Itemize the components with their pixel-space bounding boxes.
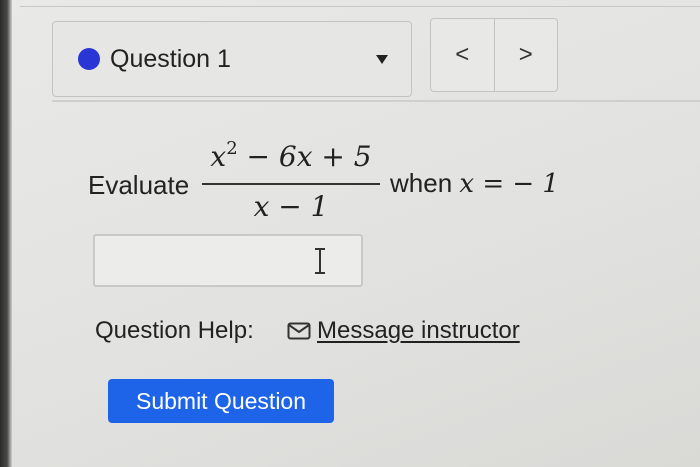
numerator-base: x [210,140,227,173]
question-selector[interactable]: Question 1 [52,21,412,97]
question-nav: < > [430,18,558,92]
chevron-right-icon: > [518,41,533,68]
condition-equation: x = − 1 [459,169,559,199]
answer-input[interactable] [93,234,363,287]
fraction-expression: x2 − 6x + 5 x − 1 [202,138,380,224]
question-help-label: Question Help: [95,317,254,344]
when-label: when [390,168,460,198]
condition-text: when x = − 1 [390,168,559,199]
message-instructor-link[interactable]: Message instructor [287,317,520,345]
fraction-bar [202,183,380,185]
numerator-exponent: 2 [226,138,238,159]
text-cursor-icon [315,248,325,274]
chevron-left-icon: < [455,41,470,68]
status-dot-icon [78,48,100,70]
numerator-rest: − 6x + 5 [237,140,372,173]
question-selector-label: Question 1 [110,44,231,73]
fraction-numerator: x2 − 6x + 5 [202,138,380,173]
submit-question-button[interactable]: Submit Question [108,379,334,423]
section-divider [52,100,700,102]
envelope-icon [287,322,311,340]
message-instructor-link-text: Message instructor [317,317,520,344]
caret-down-icon [376,55,388,64]
screen-left-edge [0,0,12,467]
previous-question-button[interactable]: < [431,19,494,91]
top-divider [20,6,700,7]
next-question-button[interactable]: > [493,19,558,91]
problem-prompt: Evaluate [88,170,190,200]
fraction-denominator: x − 1 [253,190,329,223]
